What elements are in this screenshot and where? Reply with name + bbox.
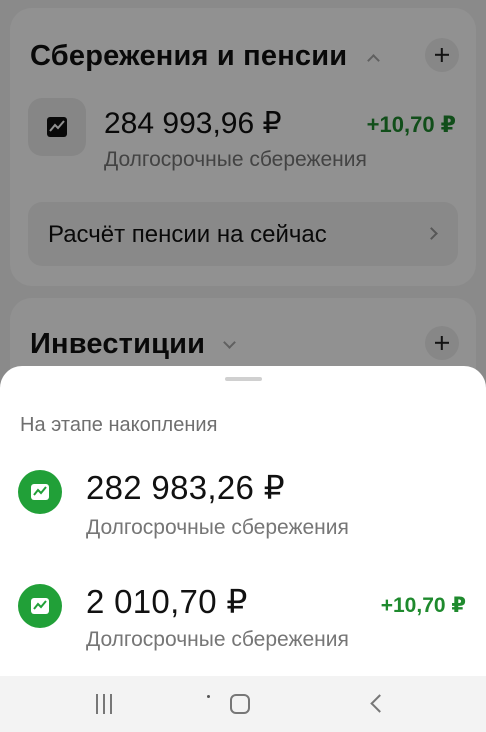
back-icon[interactable] — [370, 694, 389, 713]
item-subtitle: Долгосрочные сбережения — [86, 628, 349, 651]
item-amount: 2 010,70 ₽ — [86, 583, 248, 620]
dot-indicator — [207, 695, 210, 698]
item-subtitle: Долгосрочные сбережения — [86, 516, 349, 539]
chart-trend-icon — [18, 470, 62, 514]
item-amount: 282 983,26 ₽ — [86, 469, 285, 506]
sheet-drag-handle[interactable] — [225, 377, 262, 381]
bottom-sheet: На этапе накопления 282 983,26 ₽ Долгоср… — [0, 366, 486, 676]
item-change: +10,70 ₽ — [380, 594, 466, 617]
system-navigation-bar — [0, 676, 486, 732]
recent-apps-icon[interactable] — [94, 694, 116, 714]
sheet-header: На этапе накопления — [20, 414, 218, 436]
home-icon[interactable] — [230, 694, 250, 714]
chart-trend-icon — [18, 584, 62, 628]
